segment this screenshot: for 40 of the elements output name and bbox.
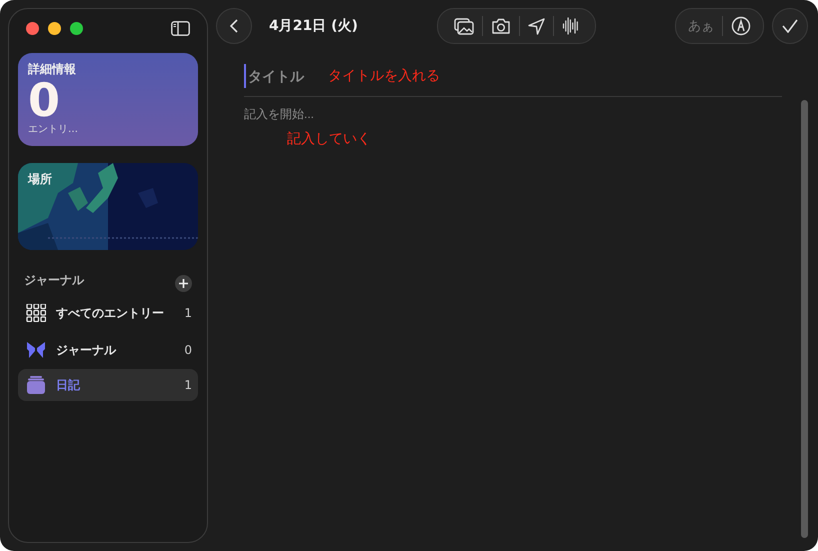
minimize-button[interactable] [48, 22, 61, 34]
sidebar-toggle-icon[interactable] [171, 20, 190, 36]
pen-circle-icon [731, 16, 751, 36]
checkmark-icon [782, 19, 798, 33]
item-label: すべてのエントリー [56, 304, 165, 322]
photos-icon [454, 18, 474, 34]
zoom-button[interactable] [70, 22, 83, 34]
entry-count: 0 [28, 78, 60, 122]
annotation-text: 記入していく [287, 130, 371, 148]
chevron-left-icon [230, 19, 238, 33]
annotation-text: タイトルを入れる [328, 67, 440, 85]
item-count: 1 [184, 378, 192, 392]
item-count: 0 [184, 343, 192, 357]
card-title: 場所 [28, 171, 52, 188]
done-button[interactable] [772, 8, 808, 44]
butterfly-icon [26, 341, 46, 359]
waveform-icon [562, 17, 579, 35]
details-card[interactable]: 詳細情報 0 エントリ… [18, 53, 198, 146]
item-count: 1 [184, 306, 192, 320]
item-label: 日記 [56, 376, 81, 394]
title-field[interactable]: タイトル [244, 64, 318, 88]
journal-item[interactable]: ジャーナル 0 [18, 334, 198, 366]
journal-item[interactable]: 日記 1 [18, 369, 198, 401]
close-button[interactable] [26, 22, 39, 34]
card-title: 詳細情報 [28, 61, 76, 78]
journal-item[interactable]: すべてのエントリー 1 [18, 297, 198, 329]
scrollbar[interactable] [801, 100, 808, 538]
section-title: ジャーナル [24, 272, 84, 289]
body-field[interactable]: 記入を開始... [244, 106, 444, 122]
location-arrow-icon [528, 18, 545, 34]
places-card[interactable]: 場所 [18, 163, 198, 250]
grid-icon [26, 304, 46, 322]
entry-date: 4月21日 (火) [269, 17, 358, 35]
item-label: ジャーナル [56, 342, 118, 358]
plus-icon [179, 279, 188, 288]
back-button[interactable] [216, 8, 252, 44]
card-caption: エントリ… [28, 123, 78, 136]
camera-icon [490, 18, 511, 34]
add-button[interactable] [175, 275, 192, 292]
folder-stack-icon [26, 376, 46, 394]
